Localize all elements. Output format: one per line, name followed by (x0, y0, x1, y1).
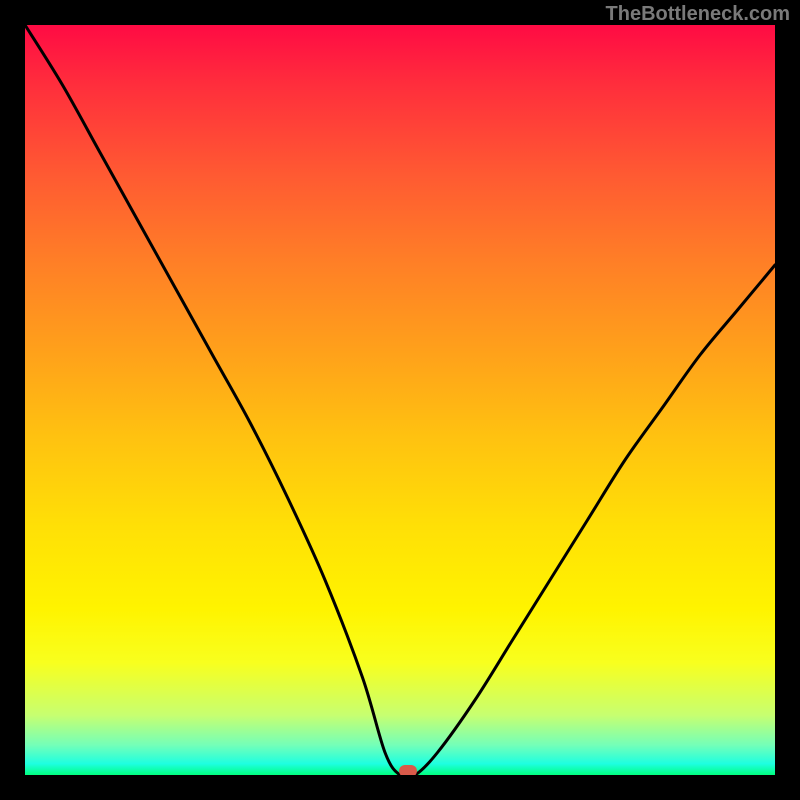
plot-area (25, 25, 775, 775)
minimum-marker (399, 765, 417, 775)
watermark-text: TheBottleneck.com (606, 3, 790, 26)
curve-svg (25, 25, 775, 775)
curve-path (25, 25, 775, 775)
chart-frame: TheBottleneck.com (0, 0, 800, 800)
